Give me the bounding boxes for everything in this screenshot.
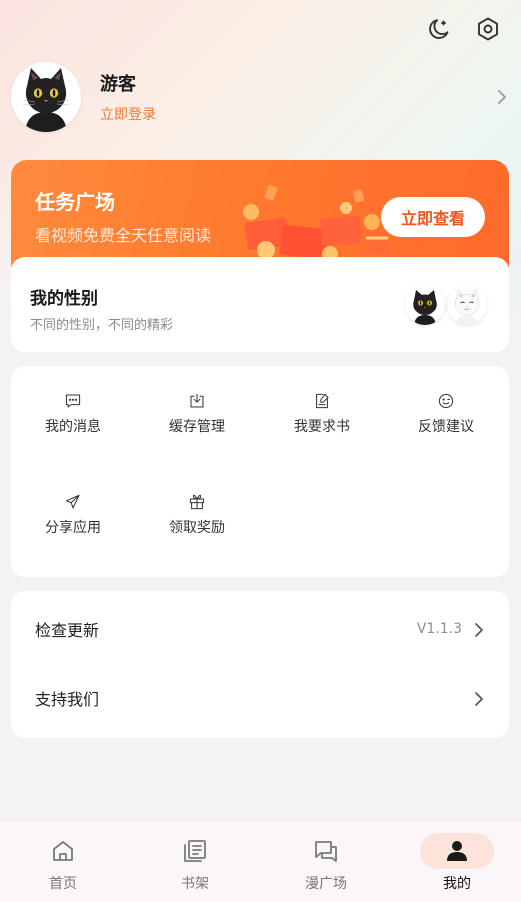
check-update-label: 检查更新 [35, 621, 100, 640]
tab-home[interactable]: 首页 [0, 821, 128, 902]
tab-label: 漫广场 [305, 876, 347, 892]
gender-options [405, 285, 487, 325]
support-us-label: 支持我们 [35, 690, 100, 709]
tab-comic-plaza[interactable]: 漫广场 [261, 821, 391, 902]
tab-label: 我的 [443, 876, 471, 892]
menu-item-feedback[interactable]: 反馈建议 [384, 366, 508, 436]
chevron-right-icon[interactable] [495, 86, 509, 112]
avatar[interactable] [11, 62, 81, 132]
menu-label: 我的消息 [45, 419, 101, 435]
menu-label: 反馈建议 [418, 419, 474, 435]
menu-label: 分享应用 [45, 520, 101, 536]
version-value: V1.1.3 [416, 621, 462, 637]
top-actions [427, 16, 501, 42]
menu-label: 我要求书 [294, 419, 350, 435]
person-icon [447, 841, 467, 861]
home-icon [53, 841, 73, 861]
chevron-right-icon [473, 621, 485, 643]
tab-icon-wrapper [158, 833, 232, 869]
menu-label: 缓存管理 [169, 419, 225, 435]
edit-document-icon [316, 393, 329, 409]
view-now-button[interactable]: 立即查看 [381, 197, 485, 237]
username: 游客 [100, 74, 136, 95]
login-link[interactable]: 立即登录 [100, 104, 156, 124]
white-cat-avatar[interactable] [447, 285, 487, 325]
menu-item-messages[interactable]: 我的消息 [11, 366, 135, 436]
menu-item-share[interactable]: 分享应用 [11, 467, 135, 537]
bottom-tab-bar: 首页 书架 漫广场 我的 [0, 820, 521, 902]
menu-item-request-book[interactable]: 我要求书 [260, 366, 384, 436]
bookshelf-icon [184, 840, 206, 862]
black-cat-avatar[interactable] [405, 285, 445, 325]
menu-item-reward[interactable]: 领取奖励 [135, 467, 259, 537]
chat-bubbles-icon [315, 841, 337, 862]
menu-item-cache[interactable]: 缓存管理 [135, 366, 259, 436]
gender-title: 我的性别 [30, 289, 98, 309]
menu-label: 领取奖励 [169, 520, 225, 536]
settings-icon[interactable] [475, 16, 501, 42]
message-icon [65, 394, 81, 408]
tab-mine[interactable]: 我的 [392, 821, 521, 902]
check-update-row[interactable]: 检查更新 V1.1.3 [11, 595, 509, 663]
support-us-row[interactable]: 支持我们 [11, 664, 509, 732]
gender-subtitle: 不同的性别，不同的精彩 [30, 318, 174, 333]
download-icon [190, 393, 204, 408]
tab-label: 首页 [49, 876, 77, 892]
chevron-right-icon [473, 690, 485, 712]
gender-card[interactable]: 我的性别 不同的性别，不同的精彩 [11, 257, 509, 352]
moon-icon[interactable] [427, 16, 453, 42]
tab-icon-wrapper [289, 833, 363, 869]
task-banner-title: 任务广场 [35, 190, 115, 214]
tab-icon-wrapper [26, 833, 100, 869]
tab-label: 书架 [181, 876, 209, 892]
profile-section[interactable]: 游客 立即登录 [11, 62, 509, 132]
feature-menu: 我的消息 缓存管理 我要求书 反馈建议 分享应用 领取奖励 [11, 366, 509, 577]
gift-icon [189, 494, 205, 510]
task-banner-subtitle: 看视频免费全天任意阅读 [35, 226, 212, 245]
paper-plane-icon [65, 494, 80, 509]
tab-bookshelf[interactable]: 书架 [130, 821, 260, 902]
settings-list: 检查更新 V1.1.3 支持我们 [11, 591, 509, 738]
tab-icon-wrapper-active [420, 833, 494, 869]
wink-face-icon [438, 393, 454, 409]
